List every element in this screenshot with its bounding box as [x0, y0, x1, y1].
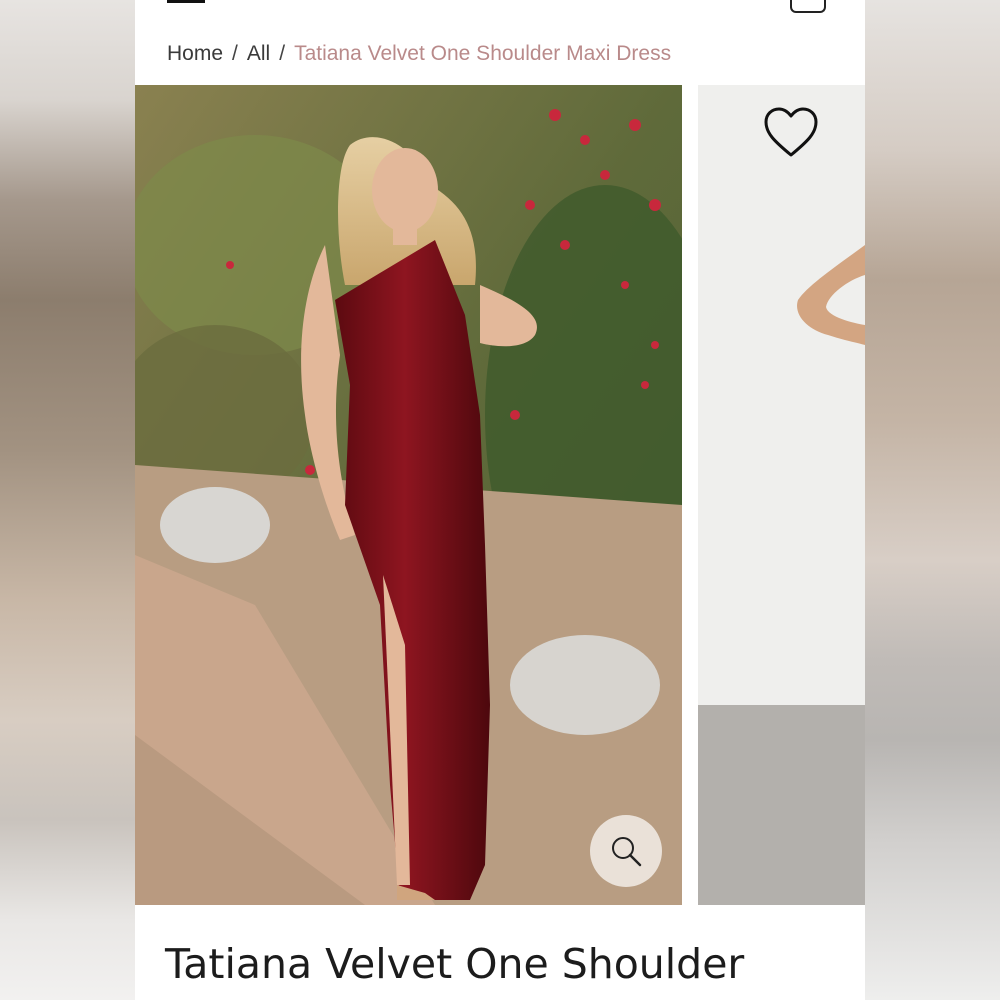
hamburger-menu-icon[interactable] [167, 0, 205, 7]
product-photo-main[interactable] [135, 85, 682, 905]
breadcrumb-separator: / [279, 42, 286, 65]
heart-icon[interactable] [762, 105, 820, 159]
studio-photo-preview [698, 85, 865, 905]
shopping-bag-icon[interactable] [790, 0, 826, 13]
model-in-red-velvet-dress-photo [135, 85, 682, 905]
breadcrumb-current: Tatiana Velvet One Shoulder Maxi Dress [294, 42, 672, 65]
product-page: BALTIC BORN Home / All / Tatiana Velvet One … [135, 0, 865, 1000]
blurred-background-right [865, 0, 1000, 1000]
blurred-background-left [0, 0, 135, 1000]
breadcrumb-separator: / [232, 42, 238, 65]
product-title: Tatiana Velvet One Shoulder [165, 940, 745, 988]
product-gallery[interactable] [135, 85, 865, 905]
brand-logo[interactable]: BALTIC BORN [285, 0, 705, 8]
breadcrumb-all[interactable]: All [247, 42, 270, 65]
site-header: BALTIC BORN [135, 0, 865, 20]
breadcrumb-home[interactable]: Home [167, 42, 223, 65]
magnifier-icon [612, 837, 642, 867]
zoom-button[interactable] [590, 815, 662, 887]
breadcrumb: Home / All / Tatiana Velvet One Shoulder Max… [167, 42, 671, 72]
product-photo-next[interactable] [698, 85, 865, 905]
